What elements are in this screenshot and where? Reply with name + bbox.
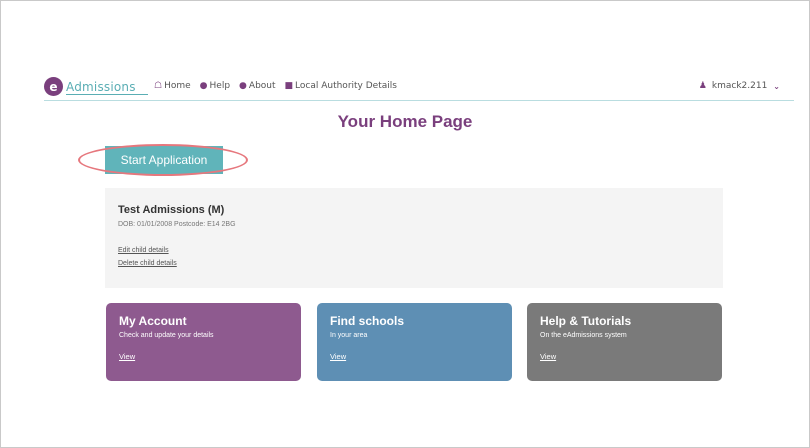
nav-local-authority[interactable]: ■ Local Authority Details bbox=[285, 81, 397, 91]
nav-help-label: Help bbox=[209, 81, 231, 91]
tile-find-schools[interactable]: Find schools In your area View bbox=[317, 303, 512, 381]
home-icon: ☖ bbox=[154, 81, 163, 91]
logo-underline bbox=[66, 94, 148, 95]
user-icon: ♟ bbox=[698, 81, 707, 91]
nav-home[interactable]: ☖ Home bbox=[154, 81, 191, 91]
start-application-button[interactable]: Start Application bbox=[105, 146, 223, 174]
tile-subtitle: On the eAdmissions system bbox=[540, 332, 627, 339]
nav-local-authority-label: Local Authority Details bbox=[295, 81, 397, 91]
nav-about-label: About bbox=[248, 81, 276, 91]
logo-text: Admissions bbox=[66, 79, 136, 94]
delete-child-link[interactable]: Delete child details bbox=[118, 260, 177, 267]
tile-title: Find schools bbox=[330, 314, 405, 328]
building-icon: ■ bbox=[284, 81, 294, 91]
top-navbar: e Admissions ☖ Home ● Help ● About ■ Loc… bbox=[44, 73, 794, 101]
tile-view-link[interactable]: View bbox=[119, 352, 135, 361]
nav-help[interactable]: ● Help bbox=[200, 81, 230, 91]
user-menu[interactable]: ♟ kmack2.211 ⌄ bbox=[699, 81, 780, 91]
tile-my-account[interactable]: My Account Check and update your details… bbox=[106, 303, 301, 381]
nav-home-label: Home bbox=[164, 81, 191, 91]
child-card: Test Admissions (M) DOB: 01/01/2008 Post… bbox=[105, 188, 723, 288]
edit-child-link[interactable]: Edit child details bbox=[118, 247, 169, 254]
tile-view-link[interactable]: View bbox=[540, 352, 556, 361]
tile-subtitle: In your area bbox=[330, 332, 368, 339]
logo-badge: e bbox=[44, 77, 63, 96]
tile-help-tutorials[interactable]: Help & Tutorials On the eAdmissions syst… bbox=[527, 303, 722, 381]
info-icon: ● bbox=[239, 81, 247, 91]
tile-subtitle: Check and update your details bbox=[119, 332, 214, 339]
nav-about[interactable]: ● About bbox=[239, 81, 275, 91]
tile-title: Help & Tutorials bbox=[540, 314, 632, 328]
nav-links: ☖ Home ● Help ● About ■ Local Authority … bbox=[154, 81, 406, 91]
child-details: DOB: 01/01/2008 Postcode: E14 2BG bbox=[118, 221, 236, 228]
page-title: Your Home Page bbox=[337, 112, 473, 131]
chevron-down-icon: ⌄ bbox=[773, 81, 780, 91]
tile-title: My Account bbox=[119, 314, 187, 328]
tile-view-link[interactable]: View bbox=[330, 352, 346, 361]
user-name: kmack2.211 bbox=[711, 81, 768, 91]
help-icon: ● bbox=[199, 81, 208, 91]
child-name: Test Admissions (M) bbox=[118, 204, 225, 216]
